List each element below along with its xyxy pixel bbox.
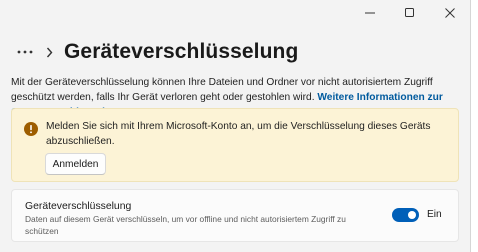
caption-controls — [350, 0, 470, 26]
chevron-right-icon — [46, 47, 52, 57]
toggle-state-label: Ein — [427, 209, 442, 220]
toggle-knob — [408, 211, 416, 219]
breadcrumb-separator — [42, 42, 56, 62]
window-edge — [470, 0, 478, 252]
minimize-icon — [365, 12, 375, 14]
maximize-button[interactable] — [390, 0, 430, 26]
settings-window: Geräteverschlüsselung Mit der Gerätevers… — [0, 0, 470, 252]
more-horizontal-icon — [17, 50, 33, 54]
warning-message: Melden Sie sich mit Ihrem Microsoft-Kont… — [46, 121, 431, 147]
signin-button[interactable]: Anmelden — [45, 153, 106, 175]
signin-warning-card: Melden Sie sich mit Ihrem Microsoft-Kont… — [11, 108, 459, 182]
close-icon — [445, 8, 455, 18]
page-title: Geräteverschlüsselung — [64, 40, 299, 63]
warning-icon — [24, 122, 38, 136]
device-encryption-setting: Geräteverschlüsselung Daten auf diesem G… — [11, 189, 459, 242]
setting-title: Geräteverschlüsselung — [25, 201, 132, 212]
setting-description: Daten auf diesem Gerät verschlüsseln, um… — [25, 214, 346, 236]
maximize-icon — [405, 8, 414, 17]
more-button[interactable] — [14, 42, 36, 62]
breadcrumb: Geräteverschlüsselung — [14, 38, 298, 66]
minimize-button[interactable] — [350, 0, 390, 26]
close-button[interactable] — [430, 0, 470, 26]
encryption-toggle[interactable] — [392, 208, 419, 222]
